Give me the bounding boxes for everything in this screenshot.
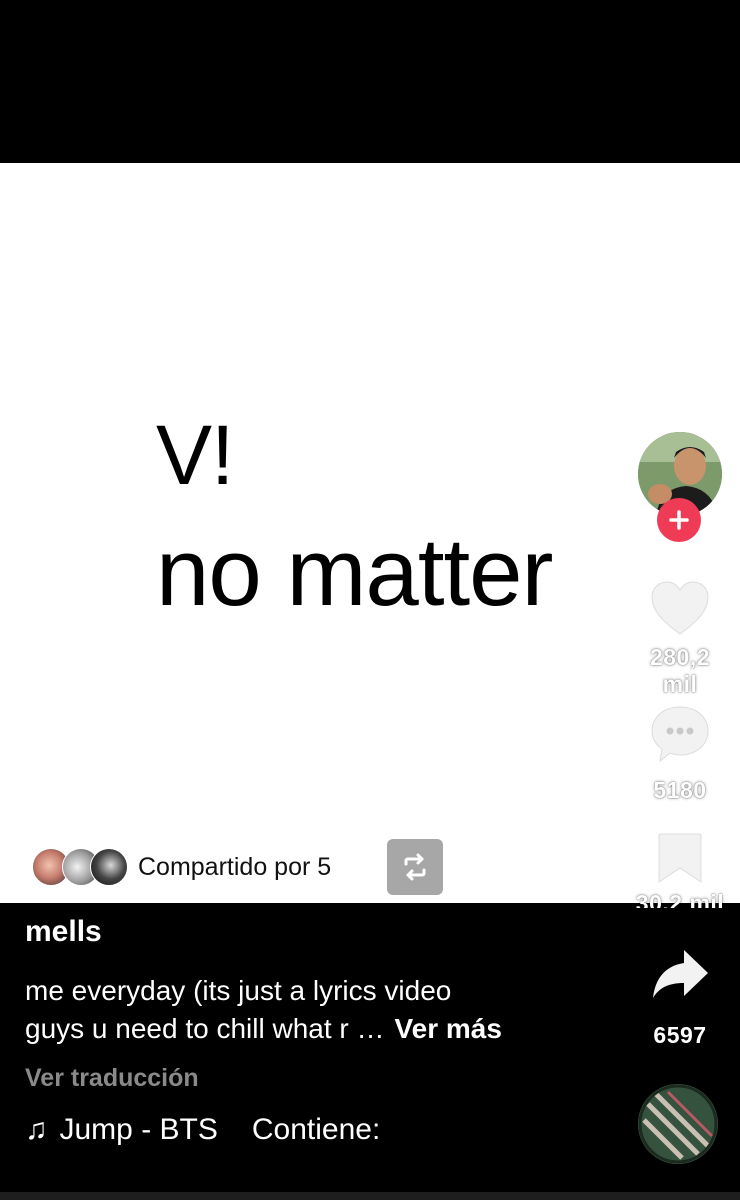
shared-avatar-3	[90, 848, 128, 886]
music-row[interactable]: ♫ Jump - BTS Contiene:	[25, 1113, 380, 1147]
shared-by-label: Compartido por 5	[138, 852, 332, 881]
caption-line-2: guys u need to chill what r …	[25, 1013, 385, 1044]
lyrics-line-2: no matter	[156, 519, 554, 626]
bottom-panel	[0, 903, 740, 1200]
caption-line-1: me everyday (its just a lyrics video	[25, 975, 452, 1006]
share-arrow-icon	[653, 950, 708, 998]
comment-action[interactable]: 5180	[630, 703, 730, 804]
video-player[interactable]: V! no matter	[0, 163, 740, 903]
shared-by-row[interactable]: Compartido por 5	[32, 846, 331, 888]
share-action[interactable]: 6597	[630, 946, 730, 1049]
contains-label: Contiene:	[251, 1113, 381, 1146]
comment-bubble-icon	[651, 706, 709, 763]
share-count: 6597	[653, 1022, 707, 1048]
repost-icon	[404, 853, 426, 881]
see-translation-link[interactable]: Ver traducción	[25, 1064, 199, 1093]
heart-icon	[651, 581, 709, 635]
creator-username[interactable]: mells	[25, 915, 102, 949]
music-track: Jump - BTS	[59, 1113, 218, 1146]
follow-button[interactable]	[657, 498, 701, 542]
top-letterbox	[0, 0, 740, 163]
like-count: 280,2 mil	[649, 644, 711, 697]
caption-line-2-wrap: guys u need to chill what r … Ver más	[25, 1010, 585, 1048]
album-cover-icon	[638, 1084, 718, 1164]
plus-icon	[669, 510, 689, 530]
bottom-nav-edge	[0, 1192, 740, 1200]
save-count: 30,2 mil	[635, 892, 725, 908]
lyrics-line-1: V!	[156, 408, 234, 502]
see-more-link[interactable]: Ver más	[395, 1013, 502, 1044]
post-caption[interactable]: me everyday (its just a lyrics video guy…	[25, 972, 585, 1048]
shared-avatars	[32, 847, 128, 887]
repost-button[interactable]	[387, 839, 443, 895]
music-note-icon: ♫	[25, 1113, 48, 1146]
save-action[interactable]: 30,2 mil	[630, 830, 730, 908]
like-action[interactable]: 280,2 mil	[630, 578, 730, 698]
video-lyrics: V! no matter	[156, 408, 554, 626]
bookmark-icon	[658, 833, 702, 883]
comment-count: 5180	[653, 777, 707, 803]
music-disc[interactable]	[638, 1084, 718, 1164]
